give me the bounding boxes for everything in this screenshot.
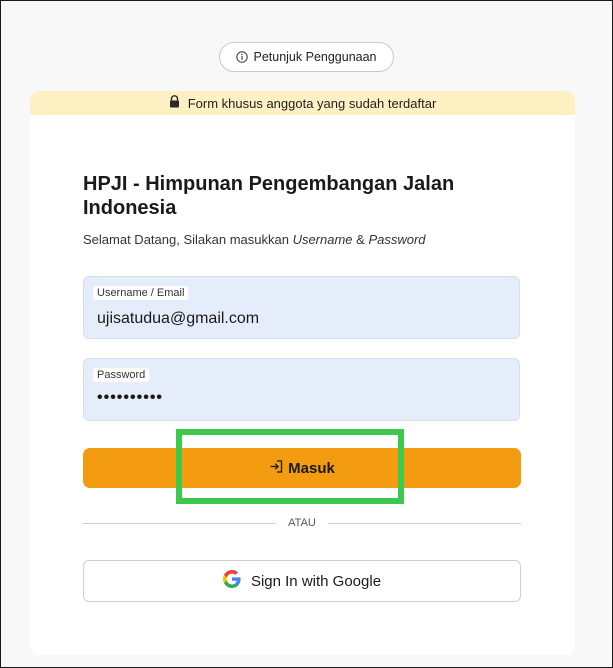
subtitle-username: Username: [292, 232, 353, 247]
welcome-subtitle: Selamat Datang, Silakan masukkan Usernam…: [83, 232, 426, 247]
username-value[interactable]: ujisatudua@gmail.com: [97, 310, 259, 328]
username-label: Username / Email: [93, 286, 189, 300]
notice-text: Form khusus anggota yang sudah terdaftar: [187, 95, 437, 111]
login-button[interactable]: Masuk: [83, 448, 521, 488]
help-wrapper: Petunjuk Penggunaan: [1, 42, 612, 72]
login-icon: [269, 459, 284, 478]
divider-line-left: [83, 522, 277, 524]
subtitle-prefix: Selamat Datang, Silakan masukkan: [83, 232, 293, 247]
google-icon: [222, 570, 241, 592]
password-label: Password: [93, 368, 150, 382]
page-title: HPJI - Himpunan Pengembangan Jalan Indon…: [83, 173, 455, 219]
login-button-label: Masuk: [288, 459, 335, 477]
login-card: HPJI - Himpunan Pengembangan Jalan Indon…: [30, 115, 575, 655]
help-button[interactable]: Petunjuk Penggunaan: [219, 42, 394, 72]
info-icon: [236, 51, 249, 63]
google-signin-button[interactable]: Sign In with Google: [83, 560, 521, 602]
subtitle-password: Password: [368, 232, 426, 247]
username-field[interactable]: Username / Email ujisatudua@gmail.com: [83, 276, 520, 339]
member-notice: Form khusus anggota yang sudah terdaftar: [30, 91, 575, 115]
subtitle-amp: &: [352, 232, 369, 247]
password-value[interactable]: ••••••••••: [97, 389, 163, 407]
lock-icon: [169, 95, 180, 111]
password-field[interactable]: Password ••••••••••: [83, 358, 520, 421]
divider-text: ATAU: [288, 517, 316, 529]
help-button-label: Petunjuk Penggunaan: [253, 50, 377, 64]
google-button-label: Sign In with Google: [250, 572, 382, 590]
or-divider: ATAU: [83, 517, 521, 529]
page-frame: Petunjuk Penggunaan Form khusus anggota …: [0, 0, 613, 668]
divider-line-right: [327, 522, 521, 524]
